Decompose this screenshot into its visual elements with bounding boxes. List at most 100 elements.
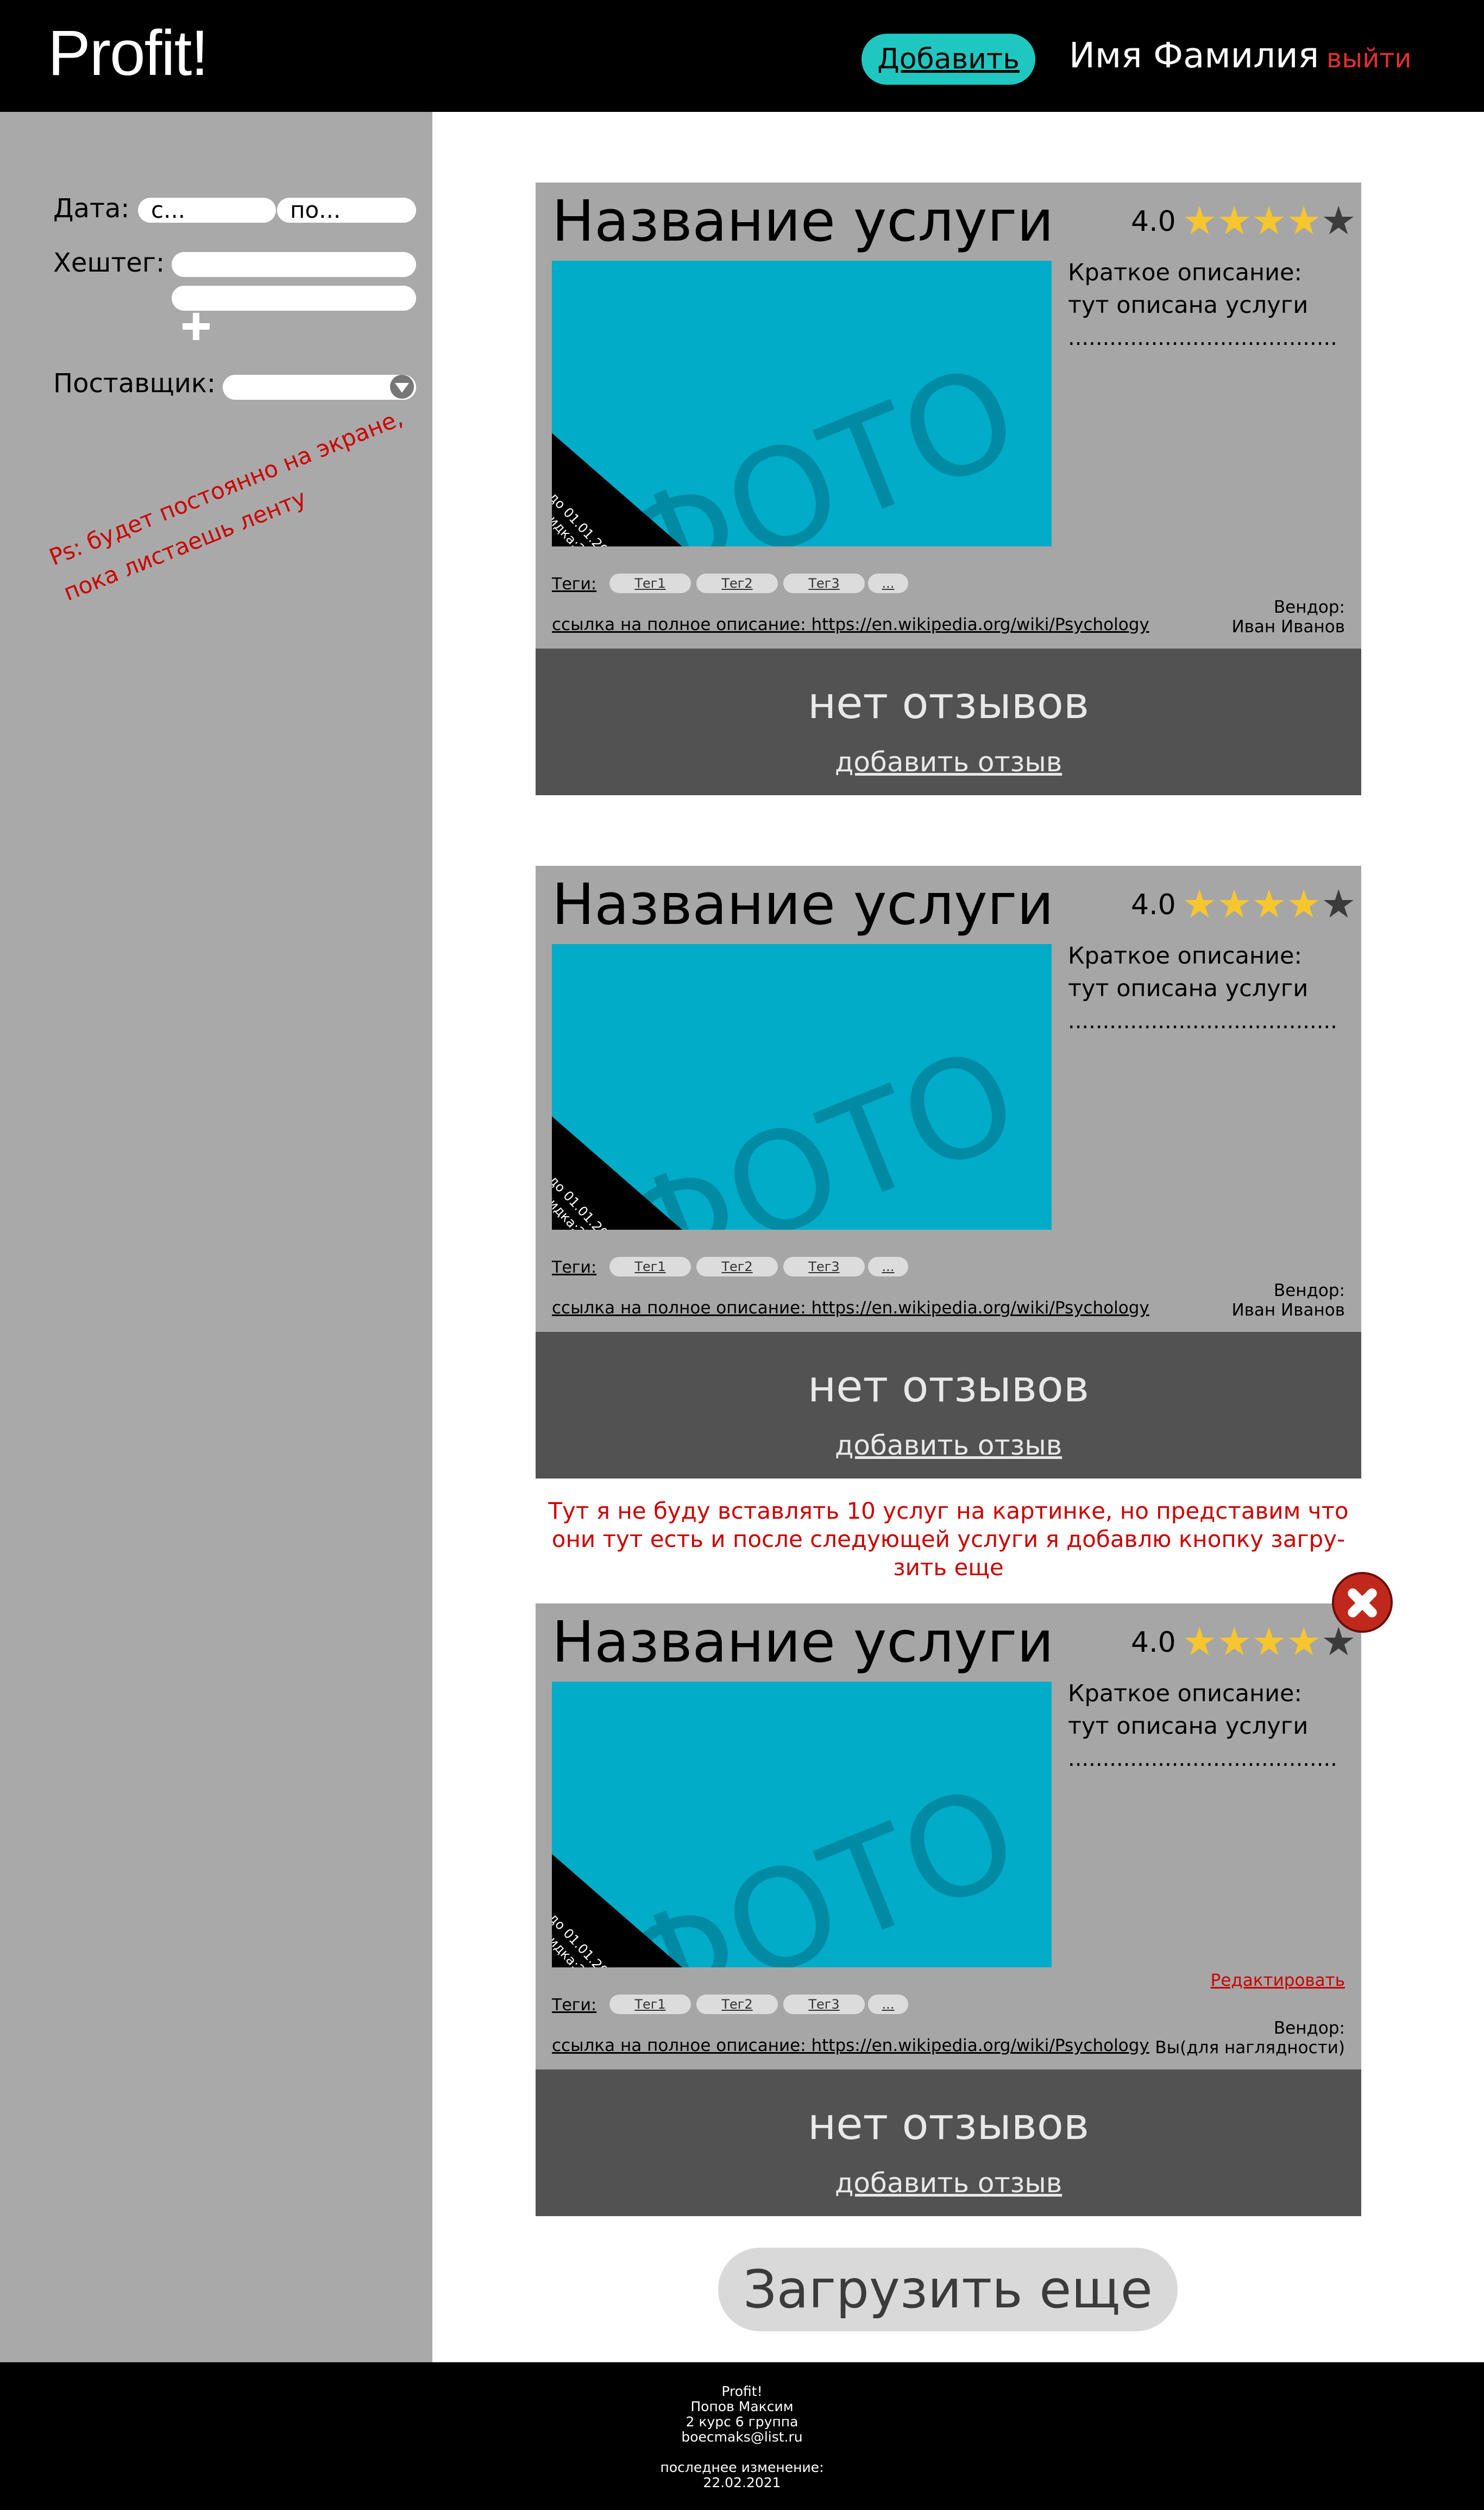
vendor-name[interactable]: Вы(для наглядности) bbox=[1155, 2038, 1345, 2058]
description-text: тут описана услуги bbox=[1068, 975, 1309, 1002]
tag-chip[interactable]: Тег3 bbox=[783, 1995, 865, 2014]
add-review-link[interactable]: добавить отзыв bbox=[536, 1430, 1361, 1461]
hashtag-input-1[interactable] bbox=[172, 252, 416, 277]
tag-chip[interactable]: Тег1 bbox=[609, 1995, 691, 2014]
description-dots: ........................................… bbox=[1068, 1746, 1340, 1771]
date-label: Дата: bbox=[53, 193, 130, 224]
star-icon: ★ bbox=[1286, 1619, 1322, 1664]
footer-group: 2 курс 6 группа bbox=[686, 2414, 798, 2430]
star-icon: ★ bbox=[1286, 881, 1322, 927]
short-description: Краткое описание: тут описана услуги bbox=[1068, 940, 1350, 1005]
tag-more-chip[interactable]: ... bbox=[868, 574, 908, 593]
description-title: Краткое описание: bbox=[1068, 259, 1302, 286]
full-description-link[interactable]: ссылка на полное описание: https://en.wi… bbox=[552, 1298, 1149, 1318]
add-review-link[interactable]: добавить отзыв bbox=[536, 746, 1361, 778]
photo-placeholder-text: ФОТО bbox=[595, 1017, 1039, 1230]
description-dots: ........................................… bbox=[1068, 325, 1340, 350]
service-title[interactable]: Название услуги bbox=[552, 188, 1054, 254]
site-logo[interactable]: Profit! bbox=[48, 16, 209, 90]
footer-email[interactable]: boecmaks@list.ru bbox=[0, 2430, 1484, 2445]
tag-more-chip[interactable]: ... bbox=[868, 1257, 908, 1276]
tag-chip[interactable]: Тег2 bbox=[696, 574, 778, 593]
star-icon: ★ bbox=[1252, 198, 1287, 243]
rating-value: 4.0 bbox=[1131, 889, 1176, 921]
service-photo[interactable]: ФОТО до 01.01.2021 Скидка:20% bbox=[552, 1682, 1052, 1967]
star-empty-icon: ★ bbox=[1321, 881, 1356, 927]
star-icon: ★ bbox=[1217, 198, 1252, 243]
vendor-info: Вендор: Вы(для наглядности) bbox=[1155, 2018, 1345, 2058]
full-description-link[interactable]: ссылка на полное описание: https://en.wi… bbox=[552, 2036, 1149, 2055]
service-card: Название услуги 4.0 ★ ★ ★ ★ ★ ФОТО до 01… bbox=[536, 866, 1361, 1479]
tag-more-chip[interactable]: ... bbox=[868, 1995, 908, 2014]
top-header: Profit! Добавить Имя Фамилия выйти bbox=[0, 0, 1484, 112]
star-icon: ★ bbox=[1252, 1619, 1287, 1664]
service-photo[interactable]: ФОТО до 01.01.2021 Скидка:20% bbox=[552, 261, 1052, 546]
tag-chip[interactable]: Тег2 bbox=[696, 1257, 778, 1276]
footer-spacer bbox=[0, 2445, 1484, 2460]
short-description: Краткое описание: тут описана услуги bbox=[1068, 1677, 1350, 1742]
edit-service-link[interactable]: Редактировать bbox=[1211, 1971, 1345, 1990]
page-footer: Profit! Попов Максим 2 курс 6 группа boe… bbox=[0, 2362, 1484, 2510]
description-dots: ........................................… bbox=[1068, 1009, 1340, 1034]
chevron-down-icon[interactable] bbox=[390, 375, 414, 399]
rating-value: 4.0 bbox=[1131, 1626, 1176, 1659]
add-hashtag-icon[interactable] bbox=[181, 312, 211, 341]
star-icon: ★ bbox=[1252, 881, 1287, 927]
rating-stars: ★ ★ ★ ★ ★ bbox=[1182, 1622, 1356, 1661]
service-card: Название услуги 4.0 ★ ★ ★ ★ ★ ФОТО до 01… bbox=[536, 183, 1361, 795]
star-icon: ★ bbox=[1182, 1619, 1217, 1664]
logout-link[interactable]: выйти bbox=[1326, 43, 1412, 74]
card-body: Название услуги 4.0 ★ ★ ★ ★ ★ ФОТО до 01… bbox=[536, 866, 1361, 1332]
hashtag-input-2[interactable] bbox=[172, 286, 416, 311]
description-text: тут описана услуги bbox=[1068, 1713, 1309, 1740]
footer-updated-date: 22.02.2021 bbox=[703, 2475, 781, 2490]
hashtag-label: Хештег: bbox=[53, 248, 165, 278]
service-title[interactable]: Название услуги bbox=[552, 871, 1054, 938]
reviews-section: нет отзывов добавить отзыв bbox=[536, 649, 1361, 795]
tags-label: Теги: bbox=[552, 1996, 597, 2015]
photo-placeholder-text: ФОТО bbox=[595, 1754, 1039, 1967]
tag-chip[interactable]: Тег3 bbox=[783, 574, 865, 593]
tag-chip[interactable]: Тег2 bbox=[696, 1995, 778, 2014]
add-service-button[interactable]: Добавить bbox=[862, 34, 1035, 85]
tags-label: Теги: bbox=[552, 1258, 597, 1277]
supplier-select[interactable] bbox=[223, 375, 416, 400]
vendor-label: Вендор: bbox=[1273, 2018, 1345, 2038]
full-description-link[interactable]: ссылка на полное описание: https://en.wi… bbox=[552, 615, 1149, 634]
vendor-name[interactable]: Иван Иванов bbox=[1231, 617, 1345, 637]
description-text: тут описана услуги bbox=[1068, 292, 1309, 319]
description-title: Краткое описание: bbox=[1068, 942, 1302, 970]
vendor-name[interactable]: Иван Иванов bbox=[1231, 1300, 1345, 1320]
service-photo[interactable]: ФОТО до 01.01.2021 Скидка:20% bbox=[552, 944, 1052, 1230]
vendor-info: Вендор: Иван Иванов bbox=[1231, 597, 1345, 637]
placeholder-note: Тут я не буду вставлять 10 услуг на карт… bbox=[548, 1498, 1349, 1581]
user-name: Имя Фамилия bbox=[1069, 36, 1319, 76]
supplier-label: Поставщик: bbox=[53, 368, 216, 399]
tag-chip[interactable]: Тег1 bbox=[609, 1257, 691, 1276]
load-more-button[interactable]: Загрузить еще bbox=[718, 2248, 1178, 2331]
no-reviews-text: нет отзывов bbox=[807, 1361, 1090, 1412]
service-title[interactable]: Название услуги bbox=[552, 1609, 1054, 1675]
service-card: Название услуги 4.0 ★ ★ ★ ★ ★ ФОТО до 01… bbox=[536, 1603, 1361, 2216]
footer-info: Profit! Попов Максим 2 курс 6 группа boe… bbox=[0, 2384, 1484, 2490]
star-icon: ★ bbox=[1286, 198, 1322, 243]
delete-service-icon[interactable] bbox=[1332, 1572, 1393, 1633]
sidebar-note: Ps: будет постоянно на экране, пока лист… bbox=[45, 404, 407, 606]
rating-stars: ★ ★ ★ ★ ★ bbox=[1182, 884, 1356, 923]
short-description: Краткое описание: тут описана услуги bbox=[1068, 256, 1350, 322]
footer-updated-label: последнее изменение: bbox=[660, 2459, 824, 2475]
tag-chip[interactable]: Тег1 bbox=[609, 574, 691, 593]
reviews-section: нет отзывов добавить отзыв bbox=[536, 2069, 1361, 2216]
tags-label: Теги: bbox=[552, 575, 597, 594]
add-review-link[interactable]: добавить отзыв bbox=[536, 2167, 1361, 2199]
vendor-label: Вендор: bbox=[1273, 597, 1345, 617]
reviews-section: нет отзывов добавить отзыв bbox=[536, 1332, 1361, 1479]
date-to-input[interactable]: по... bbox=[277, 198, 416, 223]
date-from-input[interactable]: с... bbox=[138, 198, 276, 223]
tag-chip[interactable]: Тег3 bbox=[783, 1257, 865, 1276]
card-body: Название услуги 4.0 ★ ★ ★ ★ ★ ФОТО до 01… bbox=[536, 183, 1361, 649]
photo-placeholder-text: ФОТО bbox=[595, 334, 1039, 546]
description-title: Краткое описание: bbox=[1068, 1680, 1302, 1707]
rating-stars: ★ ★ ★ ★ ★ bbox=[1182, 201, 1356, 240]
vendor-label: Вендор: bbox=[1273, 1281, 1345, 1300]
